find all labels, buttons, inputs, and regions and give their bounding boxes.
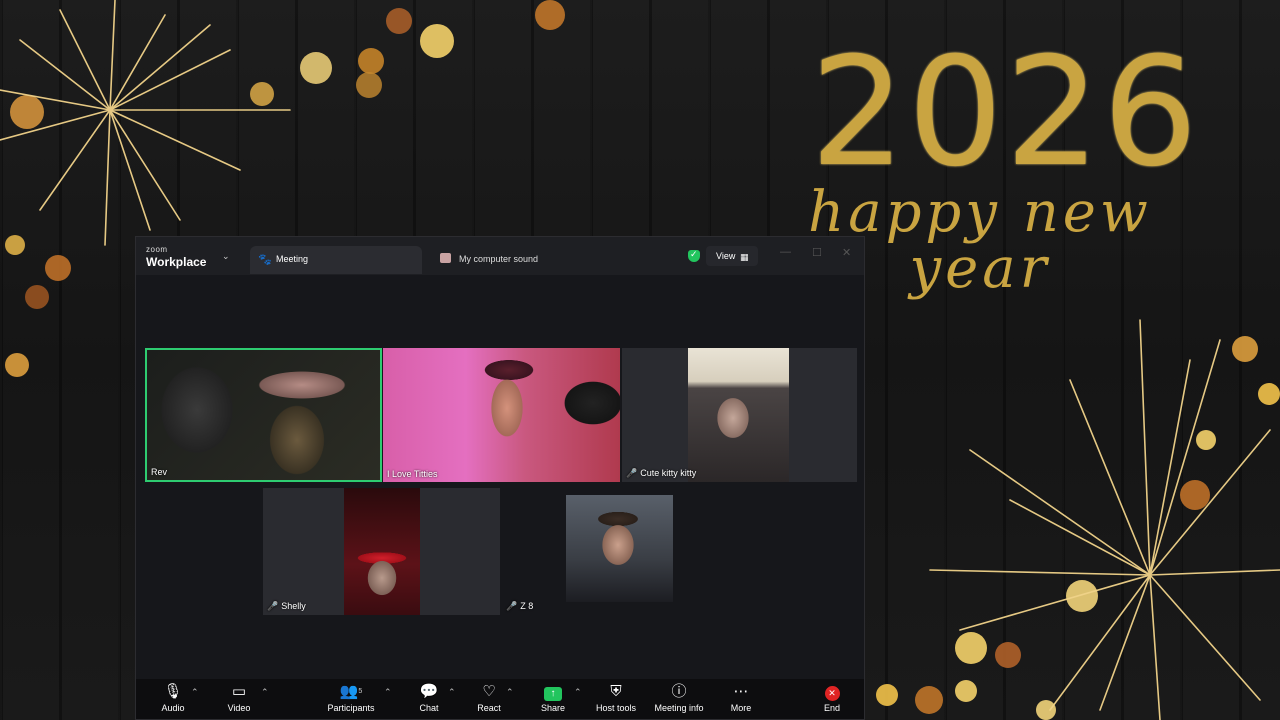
end-label: End [823,703,840,713]
bokeh-light [876,684,898,706]
bokeh-light [535,0,565,30]
video-label: Video [227,703,251,713]
mic-muted-icon: 🎤 [626,468,638,478]
minimize-button[interactable]: — [780,246,791,258]
video-tile-cute-kitty-kitty[interactable]: 🎤 Cute kitty kitty [622,348,857,482]
new-year-number: 2026 [810,26,1200,200]
share-label: Share [540,703,566,713]
info-icon: ⓘ [671,683,687,700]
video-options-caret[interactable]: ⌃ [261,687,269,698]
participant-name: Rev [151,467,168,477]
bokeh-light [25,285,49,309]
firework-bottom-right [929,319,1280,720]
video-feed [344,488,420,615]
host-tools-label: Host tools [595,703,637,713]
react-button[interactable]: ♡ React [474,683,504,713]
participants-options-caret[interactable]: ⌃ [384,687,392,698]
bokeh-light [358,48,384,74]
bokeh-light [420,24,454,58]
end-call-icon: ✕ [824,686,840,701]
participant-name-row: 🎤 Z 8 [506,601,533,612]
firework-top-left [0,0,291,246]
participants-button[interactable]: 👥5 Participants [324,683,378,713]
zoom-workplace-logo[interactable]: zoom Workplace [146,245,207,269]
meeting-toolbar: 🎙 Audio ⌃ ▭ Video ⌃ 👥5 Participants ⌃ 💬 … [136,679,864,719]
participants-label: Participants [327,703,375,713]
heart-icon: ♡ [482,683,496,700]
video-tile-i-love-titties[interactable]: I Love Titties [383,348,620,482]
video-button[interactable]: ▭ Video [224,683,254,713]
shield-icon: ⛨ [610,683,622,700]
react-label: React [477,703,501,713]
chat-label: Chat [419,703,439,713]
bokeh-light [356,72,382,98]
brand-large: Workplace [146,255,207,269]
audio-button[interactable]: 🎙 Audio [158,683,188,713]
more-dots-icon: ⋯ [733,683,749,700]
end-button[interactable]: ✕ End [817,683,847,713]
chat-icon: 💬 [419,683,439,700]
app-icon [440,253,451,263]
participant-name: I Love Titties [387,469,438,479]
video-feed [688,348,789,482]
participant-name: Shelly [281,601,306,611]
title-bar: zoom Workplace ⌄ 🐾 Meeting My computer s… [136,237,864,275]
chevron-down-icon[interactable]: ⌄ [222,251,230,262]
mic-muted-icon: 🎤 [506,601,518,611]
participant-name-row: 🎤 Shelly [267,601,306,612]
zoom-meeting-window: zoom Workplace ⌄ 🐾 Meeting My computer s… [135,236,865,720]
tab-computer-sound-label: My computer sound [459,254,539,264]
participant-name-row: 🎤 Cute kitty kitty [626,468,696,479]
video-tile-shelly[interactable]: 🎤 Shelly [263,488,500,615]
audio-label: Audio [161,703,185,713]
meeting-info-label: Meeting info [654,703,704,713]
participants-count: 5 [358,688,363,695]
more-label: More [730,703,752,713]
microphone-icon: 🎙 [163,683,183,700]
paw-icon: 🐾 [258,254,272,266]
share-options-caret[interactable]: ⌃ [574,687,582,698]
tab-meeting[interactable]: 🐾 Meeting [250,246,422,274]
camera-icon: ▭ [231,683,247,700]
view-label: View [716,251,736,261]
share-button[interactable]: ↑ Share [538,683,568,713]
audio-options-caret[interactable]: ⌃ [191,687,199,698]
participant-name: Cute kitty kitty [640,468,697,478]
host-tools-button[interactable]: ⛨ Host tools [594,683,638,713]
tab-meeting-label: Meeting [276,254,309,264]
bokeh-light [5,353,29,377]
participants-icon: 👥5 [339,683,363,700]
more-button[interactable]: ⋯ More [726,683,756,713]
react-options-caret[interactable]: ⌃ [506,687,514,698]
chat-button[interactable]: 💬 Chat [414,683,444,713]
close-button[interactable]: ✕ [842,246,851,259]
video-tile-rev[interactable]: Rev [145,348,382,482]
share-arrow-icon: ↑ [544,687,562,701]
view-button[interactable]: View ▦ [706,246,758,266]
participant-name: Z 8 [520,601,534,611]
maximize-button[interactable]: ☐ [812,246,822,259]
brand-small: zoom [146,245,168,254]
bokeh-light [386,8,412,34]
video-tile-z8[interactable]: 🎤 Z 8 [502,488,562,615]
meeting-info-button[interactable]: ⓘ Meeting info [652,683,706,713]
mic-muted-icon: 🎤 [267,601,279,611]
video-tile-self-view[interactable] [566,495,673,602]
shield-check-icon[interactable] [688,249,700,262]
grid-icon: ▦ [740,252,749,262]
chat-options-caret[interactable]: ⌃ [448,687,456,698]
